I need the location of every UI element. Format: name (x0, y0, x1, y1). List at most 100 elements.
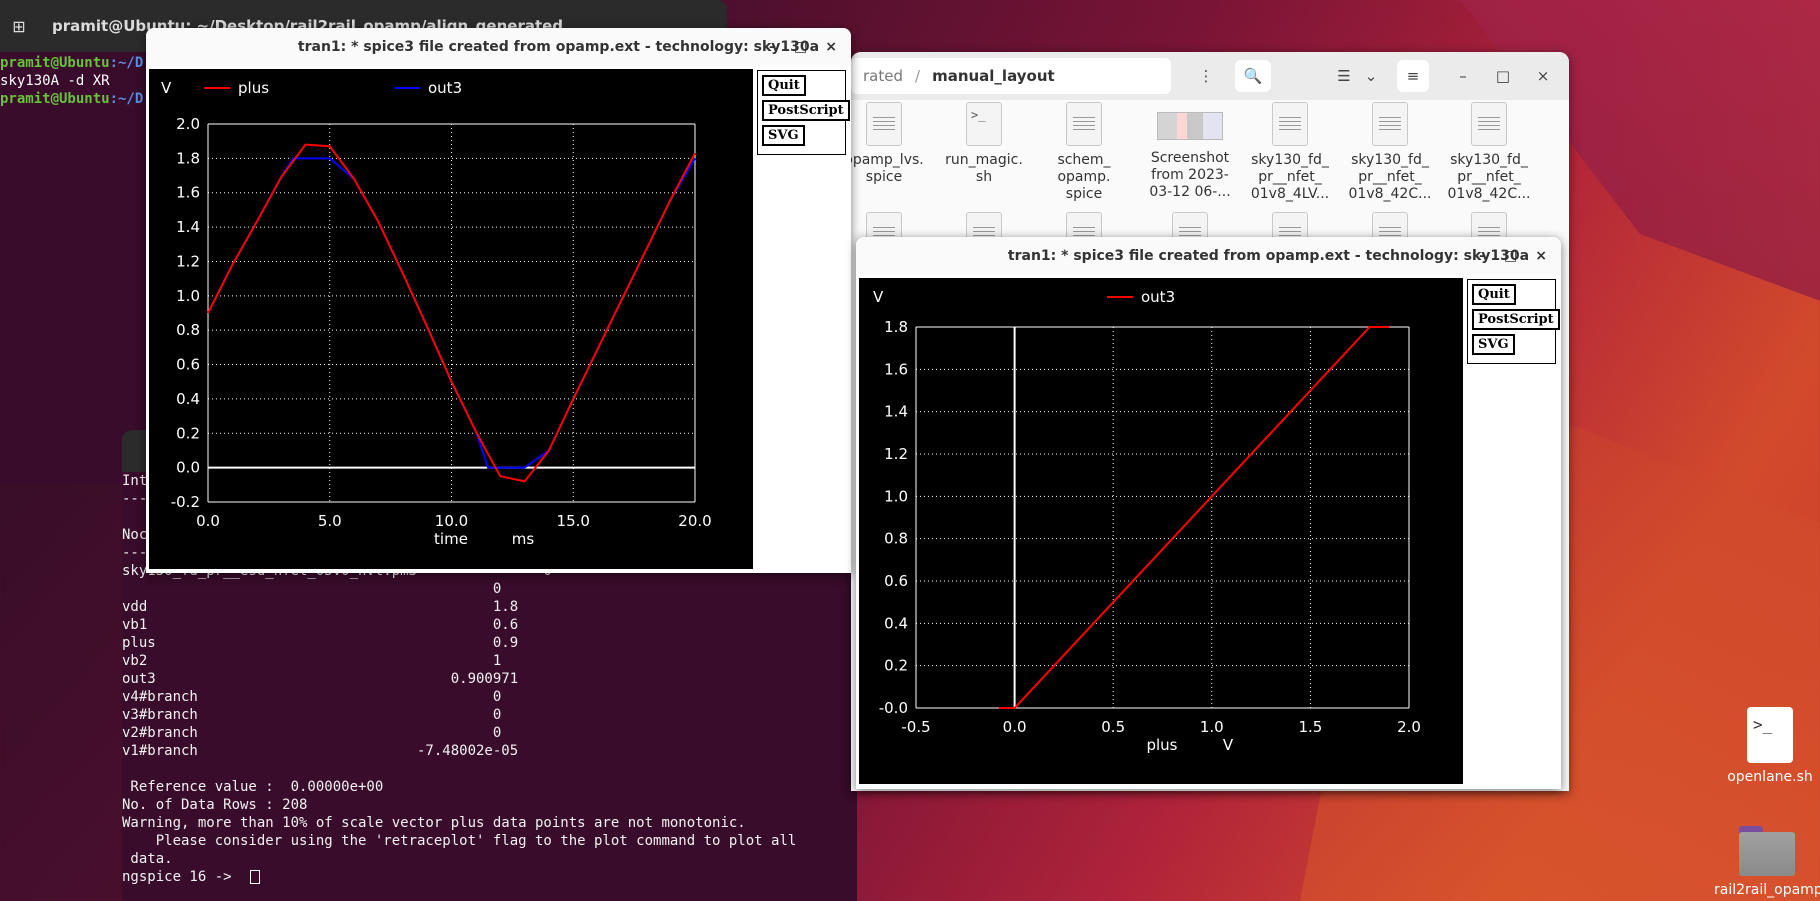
close-icon[interactable]: × (1535, 248, 1547, 264)
x-tick-label: 0.5 (1101, 718, 1125, 736)
shell-script-icon: >_ (1747, 707, 1793, 763)
postscript-button[interactable]: PostScript (762, 100, 850, 121)
x-tick-label: 20.0 (678, 512, 711, 530)
postscript-button[interactable]: PostScript (1472, 309, 1560, 330)
plot-window-title: tran1: * spice3 file created from opamp.… (297, 39, 820, 55)
x-tick-label: 1.5 (1298, 718, 1322, 736)
file-item[interactable]: >_ run_magic. sh (939, 102, 1029, 186)
file-item[interactable]: opamp_lvs. spice (851, 102, 929, 186)
file-item[interactable]: Screenshot from 2023- 03-12 06-... (1145, 102, 1235, 201)
x-axis-unit: V (1223, 736, 1234, 754)
y-tick-label: 1.0 (176, 287, 200, 305)
plot-canvas[interactable]: -0.5 0.0 0.5 1.0 1.5 2.0 -0.0 0.2 0.4 0.6 0.8 1.0 1.… (859, 278, 1463, 784)
file-label: sky130_fd_ pr__nfet_ 01v8_42C... (1447, 152, 1531, 202)
chevron-down-icon[interactable]: ⌄ (1359, 60, 1383, 92)
file-label: opamp_lvs. spice (851, 152, 924, 185)
terminal-line: plus 0.9 (122, 635, 519, 651)
x-tick-label: 0.0 (196, 512, 220, 530)
series-line-out3 (998, 326, 1390, 709)
x-axis-label: time (434, 530, 468, 548)
x-tick-label: 5.0 (318, 512, 342, 530)
breadcrumb[interactable]: rated / manual_layout (851, 58, 1171, 94)
desktop-icon-label: rail2rail_opamp (1714, 882, 1820, 898)
series-line-plus (207, 143, 696, 483)
file-item[interactable]: sky130_fd_ pr__nfet_ 01v8_4LV... (1245, 102, 1335, 203)
minimize-icon[interactable]: – (1479, 248, 1486, 264)
minimize-icon[interactable]: – (1451, 60, 1475, 92)
terminal-line: out3 0.900971 (122, 671, 519, 687)
plot-window-dc[interactable]: tran1: * spice3 file created from opamp.… (856, 237, 1561, 789)
file-manager-headerbar: rated / manual_layout ⋮ 🔍 ☰ ⌄ ≡ – □ × (851, 52, 1569, 100)
plot-canvas[interactable]: 0.0 5.0 10.0 15.0 20.0 -0.2 0.0 0.2 0.4 0.6 0.8 1.0… (149, 69, 753, 569)
desktop-icon-openlane[interactable]: >_ openlane.sh (1722, 707, 1818, 785)
file-label: schem_ opamp. spice (1057, 152, 1111, 202)
svg-button[interactable]: SVG (762, 125, 805, 146)
x-tick-label: 1.0 (1200, 718, 1224, 736)
x-tick-label: -0.5 (901, 718, 930, 736)
document-icon (1471, 102, 1507, 146)
file-item[interactable]: schem_ opamp. spice (1039, 102, 1129, 203)
path-menu-icon[interactable]: ⋮ (1189, 60, 1223, 92)
plot-window-titlebar: tran1: * spice3 file created from opamp.… (856, 237, 1561, 275)
transfer-chart: -0.5 0.0 0.5 1.0 1.5 2.0 -0.0 0.2 0.4 0.6 0.8 1.0 1.… (873, 288, 1421, 754)
terminal-line: 0 (122, 581, 502, 597)
file-item[interactable]: sky130_fd_ pr__nfet_ 01v8_42C... (1444, 102, 1534, 203)
y-tick-label: -0.2 (171, 493, 200, 511)
y-tick-label: 1.2 (176, 252, 200, 270)
terminal-line: No. of Data Rows : 208 (122, 797, 308, 813)
y-tick-label: 1.8 (176, 149, 200, 167)
quit-button[interactable]: Quit (762, 75, 806, 96)
y-tick-label: 0.2 (884, 657, 908, 675)
y-tick-label: 2.0 (176, 115, 200, 133)
x-tick-label: 0.0 (1003, 718, 1027, 736)
desktop-icon-rail2rail[interactable]: rail2rail_opamp (1714, 826, 1820, 898)
x-tick-label: 2.0 (1397, 718, 1421, 736)
terminal-cursor (250, 870, 260, 884)
maximize-icon[interactable]: □ (1491, 60, 1515, 92)
file-label: sky130_fd_ pr__nfet_ 01v8_4LV... (1250, 152, 1330, 202)
file-label: sky130_fd_ pr__nfet_ 01v8_42C... (1348, 152, 1432, 202)
plot-window-transient[interactable]: tran1: * spice3 file created from opamp.… (146, 28, 851, 573)
desktop-icon-label: openlane.sh (1727, 769, 1813, 785)
terminal-line: v2#branch 0 (122, 725, 502, 741)
terminal-line: v1#branch -7.48002e-05 (122, 743, 519, 759)
list-view-icon[interactable]: ☰ (1329, 60, 1359, 92)
image-thumbnail (1157, 112, 1223, 140)
y-tick-label: -0.0 (879, 699, 908, 717)
breadcrumb-parent[interactable]: rated (863, 67, 903, 85)
y-tick-label: 0.2 (176, 424, 200, 442)
document-icon (1372, 102, 1408, 146)
y-tick-label: 0.4 (176, 390, 200, 408)
terminal-line: Please consider using the 'retraceplot' … (122, 833, 797, 849)
terminal-line: vb1 0.6 (122, 617, 519, 633)
quit-button[interactable]: Quit (1472, 284, 1516, 305)
y-tick-label: 1.6 (884, 360, 908, 378)
main-menu-icon[interactable]: ≡ (1397, 60, 1429, 92)
close-icon[interactable]: × (825, 39, 837, 55)
search-icon[interactable]: 🔍 (1235, 60, 1271, 92)
y-tick-label: 0.8 (176, 321, 200, 339)
file-item[interactable]: sky130_fd_ pr__nfet_ 01v8_42C... (1345, 102, 1435, 203)
document-icon (866, 102, 902, 146)
x-axis-label: plus (1146, 736, 1177, 754)
legend-label: out3 (428, 79, 462, 97)
plot-button-panel: Quit PostScript SVG (1467, 279, 1560, 364)
minimize-icon[interactable]: – (769, 39, 776, 55)
shell-script-icon: >_ (966, 102, 1002, 146)
terminal-line: vdd 1.8 (122, 599, 519, 615)
y-axis-label: V (161, 79, 172, 97)
maximize-icon[interactable]: □ (794, 39, 807, 55)
svg-button[interactable]: SVG (1472, 334, 1515, 355)
y-tick-label: 0.4 (884, 614, 908, 632)
terminal-line: data. (122, 851, 173, 867)
close-icon[interactable]: × (1531, 60, 1555, 92)
y-axis-label: V (873, 288, 884, 306)
new-tab-icon[interactable]: ⊞ (2, 9, 36, 43)
y-tick-label: 0.6 (884, 572, 908, 590)
terminal-line: vb2 1 (122, 653, 502, 669)
breadcrumb-current[interactable]: manual_layout (932, 67, 1055, 85)
terminal-line: ngspice 16 -> (122, 869, 241, 885)
maximize-icon[interactable]: □ (1504, 248, 1517, 264)
terminal-line: v4#branch 0 (122, 689, 502, 705)
